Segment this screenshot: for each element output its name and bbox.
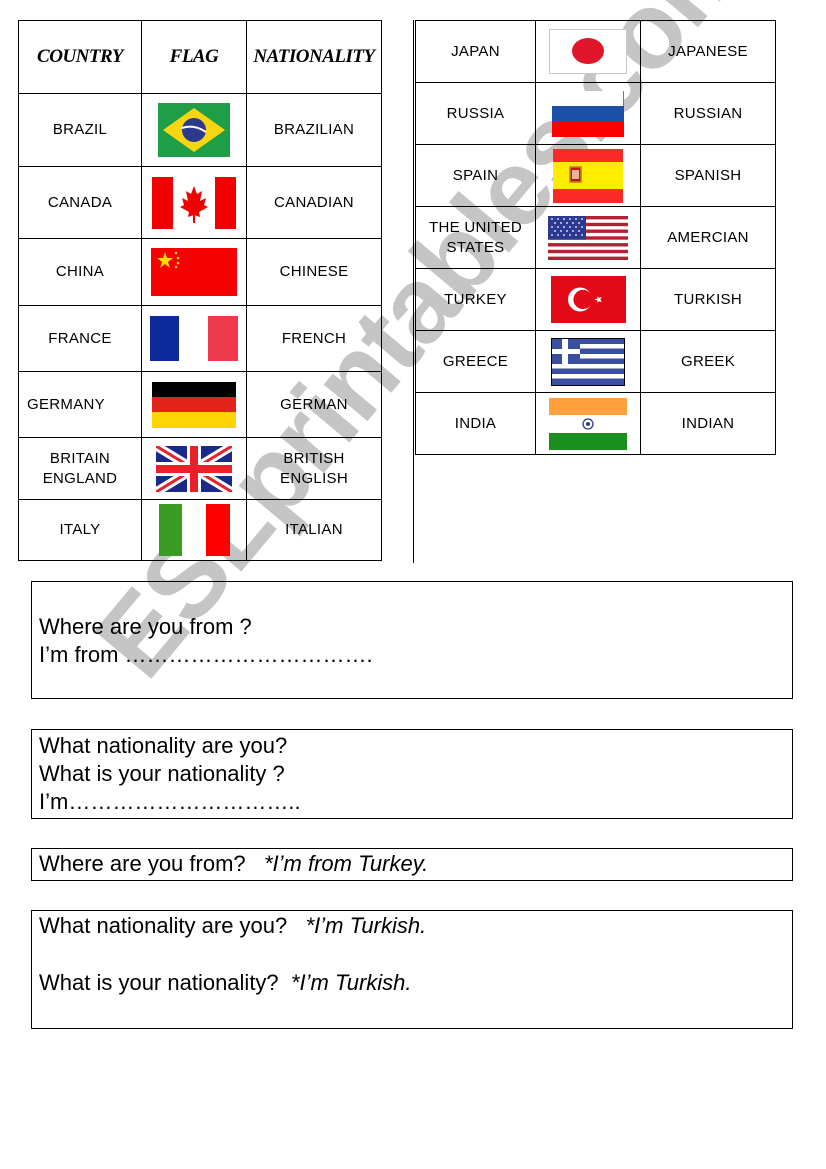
table-row: JAPAN JAPANESE (414, 20, 776, 83)
india-flag-icon (549, 397, 627, 450)
table-row: THE UNITED STATES AMERCIAN (414, 206, 776, 269)
divider-line (413, 453, 414, 563)
table-header-row: COUNTRY FLAG NATIONALITY (18, 20, 382, 94)
where-from-box: Where are you from ? I’m from …………………………… (31, 581, 793, 699)
nationality-cell: FRENCH (246, 305, 382, 372)
nationality-cell: ITALIAN (246, 499, 382, 561)
spain-flag-icon (553, 148, 623, 203)
example-answer: *I’m Turkish. (305, 913, 427, 938)
question: What is your nationality? (39, 970, 279, 995)
china-flag-icon (151, 248, 237, 296)
country-cell: SPAIN (414, 144, 536, 207)
example-answer: *I’m from Turkey. (263, 851, 429, 876)
country-cell: RUSSIA (414, 82, 536, 145)
country-cell: ITALY (18, 499, 142, 561)
nationality-cell: TURKISH (640, 268, 776, 331)
table-row: TURKEY TURKISH (414, 268, 776, 331)
nationality-cell: JAPANESE (640, 20, 776, 83)
japan-flag-icon (549, 29, 627, 74)
question: What is your nationality ? (39, 761, 285, 786)
greece-flag-icon (551, 337, 625, 386)
right-country-table: JAPAN JAPANESE RUSSIA RUSSIAN SPAIN SPAN… (413, 20, 776, 455)
table-row: RUSSIA RUSSIAN (414, 82, 776, 145)
nationality-cell: BRAZILIAN (246, 93, 382, 167)
table-row: CHINA CHINESE (18, 238, 382, 306)
country-cell: CANADA (18, 166, 142, 239)
table-row: CANADA CANADIAN (18, 166, 382, 239)
france-flag-icon (150, 316, 238, 361)
table-row: GERMANY GERMAN (18, 371, 382, 438)
nationality-cell: RUSSIAN (640, 82, 776, 145)
question: Where are you from? (39, 851, 246, 876)
header-country: COUNTRY (18, 20, 142, 94)
country-cell: BRITAIN ENGLAND (18, 437, 142, 500)
nationality-cell: CANADIAN (246, 166, 382, 239)
table-row: INDIA INDIAN (414, 392, 776, 455)
turkey-flag-icon (550, 276, 626, 323)
nationality-cell: INDIAN (640, 392, 776, 455)
table-row: BRITAIN ENGLAND BRITISH ENGLISH (18, 437, 382, 500)
nationality-cell: BRITISH ENGLISH (246, 437, 382, 500)
table-row: BRAZIL BRAZILIAN (18, 93, 382, 167)
country-cell: GREECE (414, 330, 536, 393)
germany-flag-icon (152, 381, 236, 428)
nationality-cell: GERMAN (246, 371, 382, 438)
table-row: GREECE GREEK (414, 330, 776, 393)
country-cell: GERMANY (18, 371, 142, 438)
country-cell: TURKEY (414, 268, 536, 331)
question: Where are you from ? (39, 614, 252, 639)
brazil-flag-icon (158, 103, 230, 157)
country-cell: JAPAN (414, 20, 536, 83)
italy-flag-icon (158, 504, 230, 556)
example-answer: *I’m Turkish. (290, 970, 412, 995)
nationality-cell: AMERCIAN (640, 206, 776, 269)
answer-prompt[interactable]: I’m………………………….. (39, 788, 792, 816)
question: What nationality are you? (39, 733, 288, 758)
country-cell: INDIA (414, 392, 536, 455)
country-cell: THE UNITED STATES (414, 206, 536, 269)
country-cell: FRANCE (18, 305, 142, 372)
nationality-cell: SPANISH (640, 144, 776, 207)
header-nationality: NATIONALITY (246, 20, 382, 94)
canada-flag-icon (152, 176, 236, 229)
header-flag: FLAG (141, 20, 247, 94)
example-from-box: Where are you from? *I’m from Turkey. (31, 848, 793, 881)
nationality-box: What nationality are you? What is your n… (31, 729, 793, 819)
russia-flag-icon (552, 90, 624, 137)
table-row: FRANCE FRENCH (18, 305, 382, 372)
uk-flag-icon (156, 445, 232, 492)
left-country-table: COUNTRY FLAG NATIONALITY BRAZIL BRAZILIA… (18, 20, 382, 561)
example-nationality-box: What nationality are you? *I’m Turkish. … (31, 910, 793, 1029)
country-cell: BRAZIL (18, 93, 142, 167)
answer-prompt[interactable]: I’m from ……………………………. (39, 641, 792, 669)
nationality-cell: CHINESE (246, 238, 382, 306)
table-row: SPAIN SPANISH (414, 144, 776, 207)
country-cell: CHINA (18, 238, 142, 306)
usa-flag-icon (548, 215, 628, 260)
table-row: ITALY ITALIAN (18, 499, 382, 561)
nationality-cell: GREEK (640, 330, 776, 393)
question: What nationality are you? (39, 913, 288, 938)
